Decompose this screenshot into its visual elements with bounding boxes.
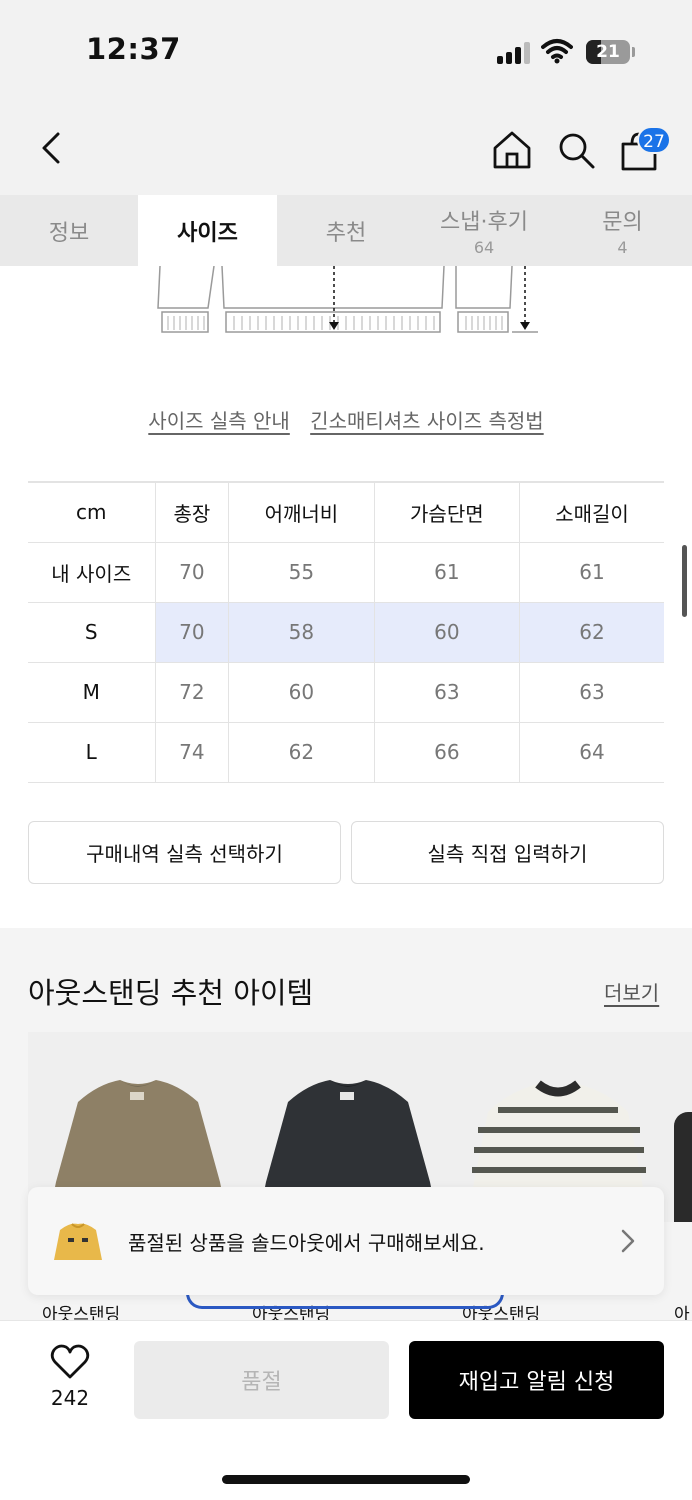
- table-cell: 66: [373, 721, 521, 783]
- table-cell: 60: [228, 661, 375, 723]
- size-guide-links: 사이즈 실측 안내 긴소매티셔츠 사이즈 측정법: [0, 405, 692, 434]
- table-cell: 62: [228, 721, 375, 783]
- row-label: M: [28, 661, 156, 723]
- recommendation-title: 아웃스탠딩 추천 아이템: [28, 976, 314, 1010]
- status-bar: 12:37 21: [0, 0, 692, 100]
- column-header: 가슴단면: [373, 481, 521, 543]
- table-cell: 61: [519, 541, 664, 603]
- select-purchase-size-button[interactable]: 구매내역 실측 선택하기: [28, 821, 341, 884]
- chevron-right-icon: [621, 1229, 635, 1253]
- table-cell: 63: [519, 661, 664, 723]
- cart-count-badge: 27: [637, 126, 671, 154]
- table-cell: 55: [228, 541, 375, 603]
- tab-count: 4: [617, 238, 628, 257]
- battery-tip: [632, 47, 635, 57]
- size-measurement-illustration: [157, 266, 538, 333]
- soldout-button: 품절: [134, 1341, 389, 1419]
- home-icon[interactable]: [492, 130, 532, 170]
- scrollbar[interactable]: [682, 545, 687, 617]
- table-cell: 60: [373, 601, 521, 663]
- row-label: L: [28, 721, 156, 783]
- tab-count: 64: [473, 238, 495, 257]
- tab-recommend[interactable]: 추천: [277, 195, 415, 266]
- tab-label: 스냅·후기: [440, 210, 528, 235]
- cellular-signal-icon: [497, 42, 533, 64]
- like-count: 242: [50, 1386, 90, 1410]
- wifi-icon: [541, 39, 573, 64]
- search-icon[interactable]: [556, 130, 596, 170]
- tab-size[interactable]: 사이즈: [138, 195, 277, 266]
- restock-alert-button[interactable]: 재입고 알림 신청: [409, 1341, 664, 1419]
- back-arrow-icon[interactable]: [32, 128, 72, 168]
- table-cell: 64: [519, 721, 664, 783]
- home-indicator: [222, 1475, 470, 1484]
- table-row-l[interactable]: L 74 62 66 64: [28, 721, 664, 783]
- table-cell: 70: [154, 541, 230, 603]
- tab-info[interactable]: 정보: [0, 195, 138, 266]
- table-row-m[interactable]: M 72 60 63 63: [28, 661, 664, 723]
- row-label: S: [28, 601, 156, 663]
- table-cell: 70: [154, 601, 230, 663]
- column-header: 총장: [154, 481, 230, 543]
- measure-method-link[interactable]: 긴소매티셔츠 사이즈 측정법: [310, 409, 544, 433]
- tab-label: 문의: [602, 210, 643, 235]
- table-cell: 63: [373, 661, 521, 723]
- tab-label: 정보: [48, 220, 90, 246]
- row-label: 내 사이즈: [28, 541, 156, 603]
- tab-snap-review[interactable]: 스냅·후기 64: [415, 195, 553, 266]
- battery-indicator: 21: [586, 40, 630, 64]
- table-row-s[interactable]: S 70 58 60 62: [28, 601, 664, 663]
- heart-icon[interactable]: [50, 1344, 90, 1380]
- product-image-partial[interactable]: [674, 1112, 692, 1222]
- see-more-link[interactable]: 더보기: [604, 977, 659, 1006]
- banner-text: 품절된 상품을 솔드아웃에서 구매해보세요.: [128, 1231, 485, 1255]
- tab-inquiry[interactable]: 문의 4: [553, 195, 692, 266]
- battery-level: 21: [596, 42, 620, 62]
- table-cell: 74: [154, 721, 230, 783]
- tab-label: 사이즈: [177, 220, 238, 246]
- table-header-row: cm 총장 어깨너비 가슴단면 소매길이: [28, 481, 664, 543]
- unit-header: cm: [28, 481, 156, 543]
- actual-size-guide-link[interactable]: 사이즈 실측 안내: [148, 409, 290, 433]
- soldout-promo-banner[interactable]: 품절된 상품을 솔드아웃에서 구매해보세요.: [28, 1187, 664, 1295]
- direct-input-size-button[interactable]: 실측 직접 입력하기: [351, 821, 664, 884]
- table-cell: 62: [519, 601, 664, 663]
- tab-label: 추천: [325, 220, 367, 246]
- product-thumbnail: [54, 1223, 102, 1260]
- size-table: cm 총장 어깨너비 가슴단면 소매길이 내 사이즈 70 55 61 61 S…: [28, 481, 664, 783]
- top-nav: [0, 100, 692, 195]
- tab-bar: 정보 사이즈 추천 스냅·후기 64 문의 4: [0, 195, 692, 266]
- table-cell: 58: [228, 601, 375, 663]
- table-row-my-size[interactable]: 내 사이즈 70 55 61 61: [28, 541, 664, 603]
- table-cell: 72: [154, 661, 230, 723]
- column-header: 소매길이: [519, 481, 664, 543]
- status-time: 12:37: [86, 32, 181, 66]
- table-cell: 61: [373, 541, 521, 603]
- column-header: 어깨너비: [228, 481, 375, 543]
